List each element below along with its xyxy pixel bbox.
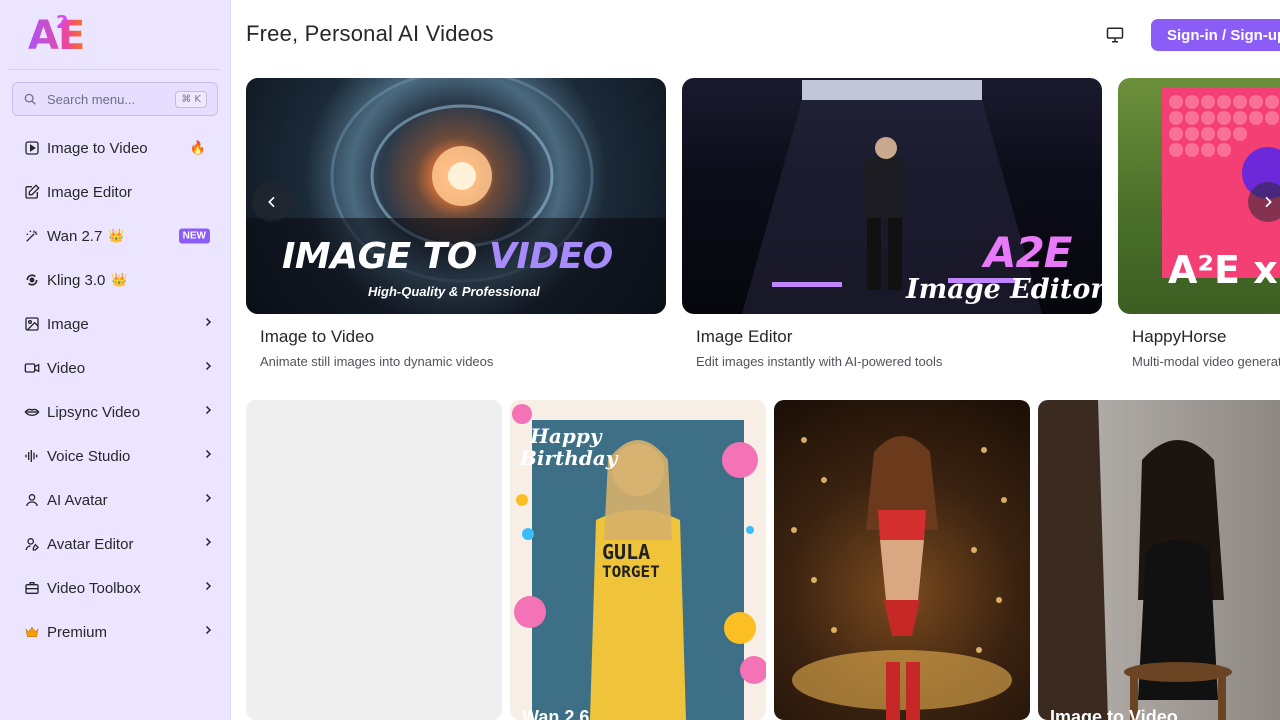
search-shortcut: ⌘ K [175,90,207,108]
search-box[interactable]: ⌘ K [12,82,218,116]
new-badge: NEW [178,228,210,244]
feature-image[interactable]: A2E Image Editor [682,78,1102,314]
festive-scene [791,436,1012,720]
sidebar-item-label: Kling 3.0 [47,271,106,289]
chevron-right-icon [202,623,214,641]
edit-icon [24,184,40,200]
sidebar-nav: Image to Video 🔥 Image Editor Wan 2.7 👑 … [12,126,222,654]
sidebar-item-label: Premium [47,623,108,641]
chevron-right-icon [202,403,214,421]
feature-description: Edit images instantly with AI-powered to… [696,354,943,369]
feature-description: Animate still images into dynamic videos [260,354,494,369]
sidebar-item-image-to-video[interactable]: Image to Video 🔥 [12,126,222,170]
sidebar-item-label: Wan 2.7 [47,227,103,245]
sidebar-item-image[interactable]: Image [12,302,222,346]
chevron-right-icon [202,315,214,333]
gallery-caption: Image to Video [1050,707,1178,720]
chevron-right-icon [202,579,214,597]
sidebar-item-label: Video Toolbox [47,579,141,597]
sidebar: AE 2 ⌘ K Image to Video 🔥 Image Editor W… [0,0,231,720]
page-title: Free, Personal AI Videos [246,21,494,46]
feature-title: Image Editor [696,327,793,346]
crown-icon [24,624,40,640]
logo-superscript: 2 [56,12,69,33]
carousel-prev-button[interactable] [252,182,292,222]
gallery-tile-makeup[interactable]: Image to Video [1038,400,1280,720]
sidebar-item-label: Image Editor [47,183,133,201]
app-root: AE 2 ⌘ K Image to Video 🔥 Image Editor W… [0,0,1280,720]
feature-title: Image to Video [260,327,375,346]
sidebar-item-wan[interactable]: Wan 2.7 👑 NEW [12,214,222,258]
feature-title: HappyHorse [1132,327,1227,346]
search-input[interactable] [47,91,165,107]
feature-image[interactable]: IMAGE TO VIDEO High-Quality & Profession… [246,78,666,314]
video-icon [24,360,40,376]
happyhorse-overlay: A²E x [1168,248,1278,292]
dress-text-line1: GULA [602,540,651,564]
birthday-sign-top: Happy [530,424,602,448]
desktop-view-button[interactable] [1104,24,1126,46]
play-square-icon [24,140,40,156]
sidebar-item-label: Lipsync Video [47,403,141,421]
vortex-graphic [246,78,666,314]
wand-icon [24,228,40,244]
chevron-right-icon [202,447,214,465]
makeup-scene [1038,400,1232,720]
user-edit-icon [24,536,40,552]
editor-logo-overlay: A2E [984,228,1072,277]
sidebar-item-label: Voice Studio [47,447,131,465]
user-icon [24,492,40,508]
birthday-sign-bottom: Birthday [520,446,618,470]
sidebar-item-label: AI Avatar [47,491,108,509]
feature-card-image-to-video[interactable]: IMAGE TO VIDEO High-Quality & Profession… [246,78,666,369]
chevron-right-icon [202,359,214,377]
sidebar-item-voice-studio[interactable]: Voice Studio [12,434,222,478]
sidebar-item-kling[interactable]: Kling 3.0 👑 [12,258,222,302]
sidebar-item-label: Video [47,359,86,377]
sidebar-item-avatar-editor[interactable]: Avatar Editor [12,522,222,566]
sidebar-item-label: Image to Video [47,139,148,157]
sidebar-item-label: Avatar Editor [47,535,134,553]
monitor-icon [1106,27,1124,43]
toolbox-icon [24,580,40,596]
dress-text-line2: TORGET [602,562,660,581]
sidebar-item-video[interactable]: Video [12,346,222,390]
chevron-right-icon [202,535,214,553]
lips-icon [24,404,40,420]
gallery-tile-birthday[interactable]: Happy Birthday GULA TORGET Wan 2.6 [510,400,766,720]
sidebar-item-image-editor[interactable]: Image Editor [12,170,222,214]
feature-card-image-editor[interactable]: A2E Image Editor Image Editor Edit image… [682,78,1102,369]
overlay-subtitle: High-Quality & Professional [368,284,540,299]
kling-icon [24,272,40,288]
feature-description: Multi-modal video generation [1132,354,1280,369]
chevron-right-icon [202,491,214,509]
sidebar-item-ai-avatar[interactable]: AI Avatar [12,478,222,522]
gallery-caption: Wan 2.6 [522,707,590,720]
fire-icon: 🔥 [189,140,206,155]
waveform-icon [24,448,40,464]
crown-icon: 👑 [111,272,128,287]
signin-button[interactable]: Sign-in / Sign-up [1151,19,1280,51]
image-icon [24,316,40,332]
sidebar-item-video-toolbox[interactable]: Video Toolbox [12,566,222,610]
logo[interactable]: AE 2 [28,12,108,60]
chevron-left-icon [268,196,275,208]
gallery-tile-festive[interactable] [774,400,1030,720]
crown-icon: 👑 [108,228,125,243]
sidebar-divider [8,69,220,70]
chevron-right-icon [1265,196,1272,208]
overlay-title: IMAGE TO VIDEO [282,236,613,277]
sidebar-item-premium[interactable]: Premium [12,610,222,654]
sidebar-item-lipsync-video[interactable]: Lipsync Video [12,390,222,434]
search-icon [24,93,36,105]
carousel-next-button[interactable] [1248,182,1280,222]
gallery-tile-placeholder[interactable] [246,400,502,720]
sidebar-item-label: Image [47,315,89,333]
editor-subtitle-overlay: Image Editor [906,274,1102,305]
